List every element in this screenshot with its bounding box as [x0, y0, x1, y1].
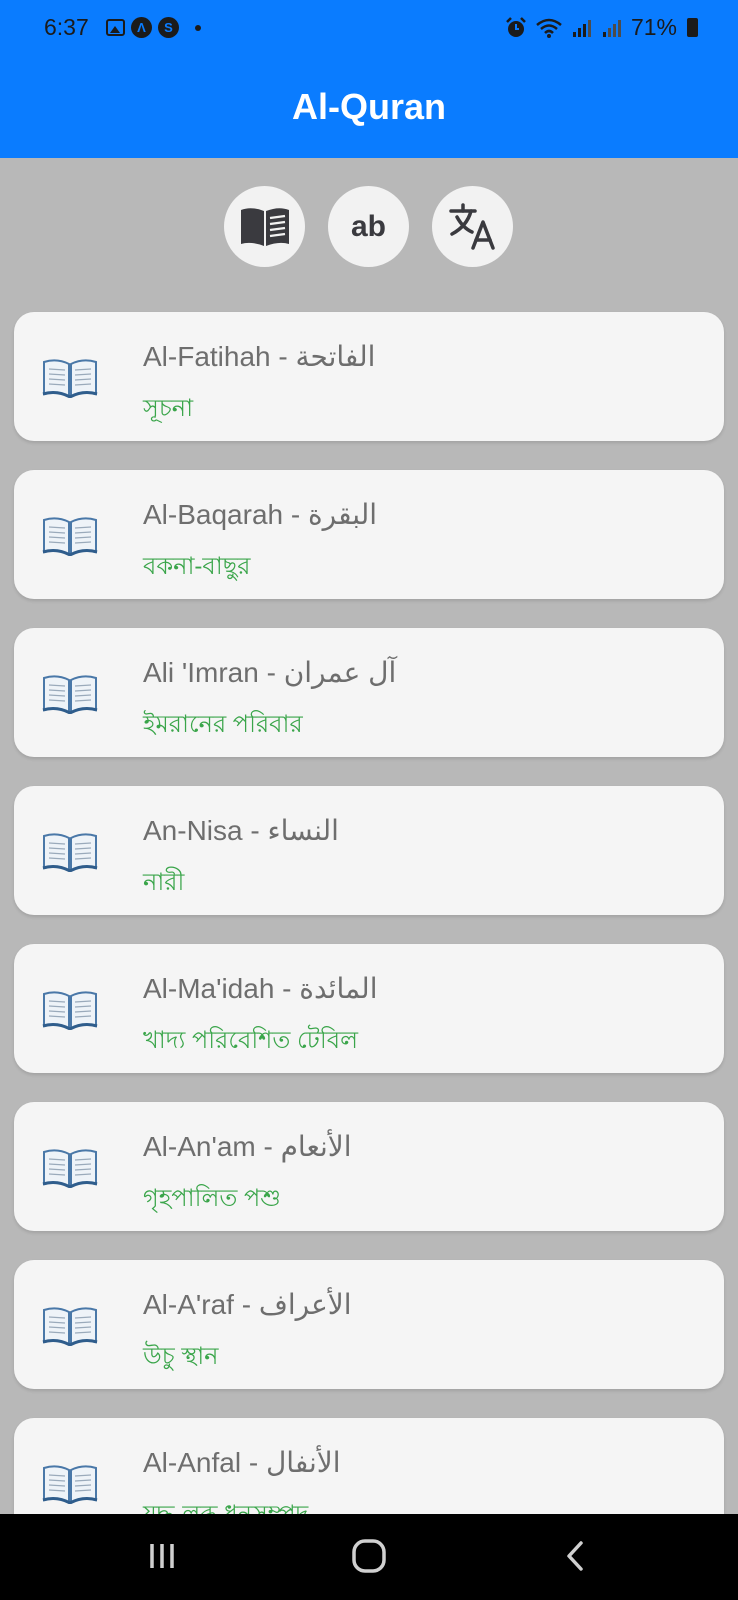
home-icon: [352, 1539, 386, 1573]
open-book-icon: [42, 991, 98, 1030]
surah-name: Al-An'am - الأنعام: [143, 1131, 352, 1162]
open-book-icon: [42, 1465, 98, 1504]
surah-name: Al-Fatihah - الفاتحة: [143, 341, 376, 372]
app-bar: Al-Quran: [0, 58, 738, 158]
status-time: 6:37: [44, 14, 89, 40]
translation-mode-button[interactable]: [432, 186, 513, 267]
recent-apps-button[interactable]: [142, 1536, 182, 1576]
back-icon: [567, 1541, 583, 1571]
surah-meaning: বকনা-বাছুর: [143, 553, 251, 580]
surah-card-3[interactable]: Ali 'Imran - آل عمران ইমরানের পরিবার: [14, 628, 724, 757]
surah-name: Al-Anfal - الأنفال: [143, 1447, 341, 1478]
surah-name: Al-Baqarah - البقرة: [143, 499, 378, 530]
surah-meaning: সূচনা: [143, 395, 194, 422]
surah-meaning: উচু স্থান: [143, 1343, 219, 1370]
wifi-icon: [536, 18, 562, 38]
more-notifications-dot-icon: [195, 24, 201, 31]
recent-apps-icon: [150, 1544, 174, 1568]
transliteration-mode-button[interactable]: ab: [328, 186, 409, 267]
open-book-icon: [42, 1307, 98, 1346]
alarm-icon: [506, 16, 526, 37]
surah-card-1[interactable]: Al-Fatihah - الفاتحة সূচনা: [14, 312, 724, 441]
surah-name: Al-Ma'idah - المائدة: [143, 973, 378, 1004]
battery-level: 71%: [630, 14, 677, 40]
surah-meaning: গৃহপালিত পশু: [143, 1185, 281, 1212]
status-bar: 6:37 Λ S 71%: [0, 0, 738, 58]
surah-meaning: ইমরানের পরিবার: [143, 711, 303, 738]
translate-icon: [448, 202, 495, 250]
surah-meaning: নারী: [143, 869, 185, 896]
signal-icon-2: [602, 19, 621, 37]
open-book-icon: [42, 1149, 98, 1188]
open-book-icon: [42, 833, 98, 872]
surah-name: An-Nisa - النساء: [143, 815, 339, 846]
reading-mode-button[interactable]: [224, 186, 305, 267]
transliteration-icon: ab: [350, 209, 386, 243]
surah-name: Ali 'Imran - آل عمران: [143, 657, 397, 688]
surah-name: Al-A'raf - الأعراف: [143, 1289, 352, 1320]
reading-icon: [240, 207, 289, 246]
surah-card-7[interactable]: Al-A'raf - الأعراف উচু স্থান: [14, 1260, 724, 1389]
app-title: Al-Quran: [291, 86, 446, 127]
signal-icon-1: [572, 19, 591, 37]
app-a-notification-icon: Λ: [131, 17, 152, 38]
surah-list: Al-Fatihah - الفاتحة সূচনা Al-Baqarah - …: [14, 312, 724, 1576]
open-book-icon: [42, 517, 98, 556]
image-notification-icon: [106, 19, 125, 36]
surah-card-6[interactable]: Al-An'am - الأنعام গৃহপালিত পশু: [14, 1102, 724, 1231]
notification-icons: Λ S: [106, 17, 201, 38]
surah-card-4[interactable]: An-Nisa - النساء নারী: [14, 786, 724, 915]
app-s-notification-icon: S: [158, 17, 179, 38]
system-icons: 71%: [505, 14, 698, 41]
surah-card-2[interactable]: Al-Baqarah - البقرة বকনা-বাছুর: [14, 470, 724, 599]
open-book-icon: [42, 675, 98, 714]
open-book-icon: [42, 359, 98, 398]
surah-card-5[interactable]: Al-Ma'idah - المائدة খাদ্য পরিবেশিত টেবি…: [14, 944, 724, 1073]
display-mode-buttons: ab: [224, 186, 513, 267]
home-button[interactable]: [348, 1536, 390, 1576]
system-navigation-bar: [0, 1514, 738, 1600]
battery-icon: [687, 18, 698, 37]
surah-meaning: খাদ্য পরিবেশিত টেবিল: [143, 1027, 358, 1054]
back-button[interactable]: [560, 1536, 590, 1576]
